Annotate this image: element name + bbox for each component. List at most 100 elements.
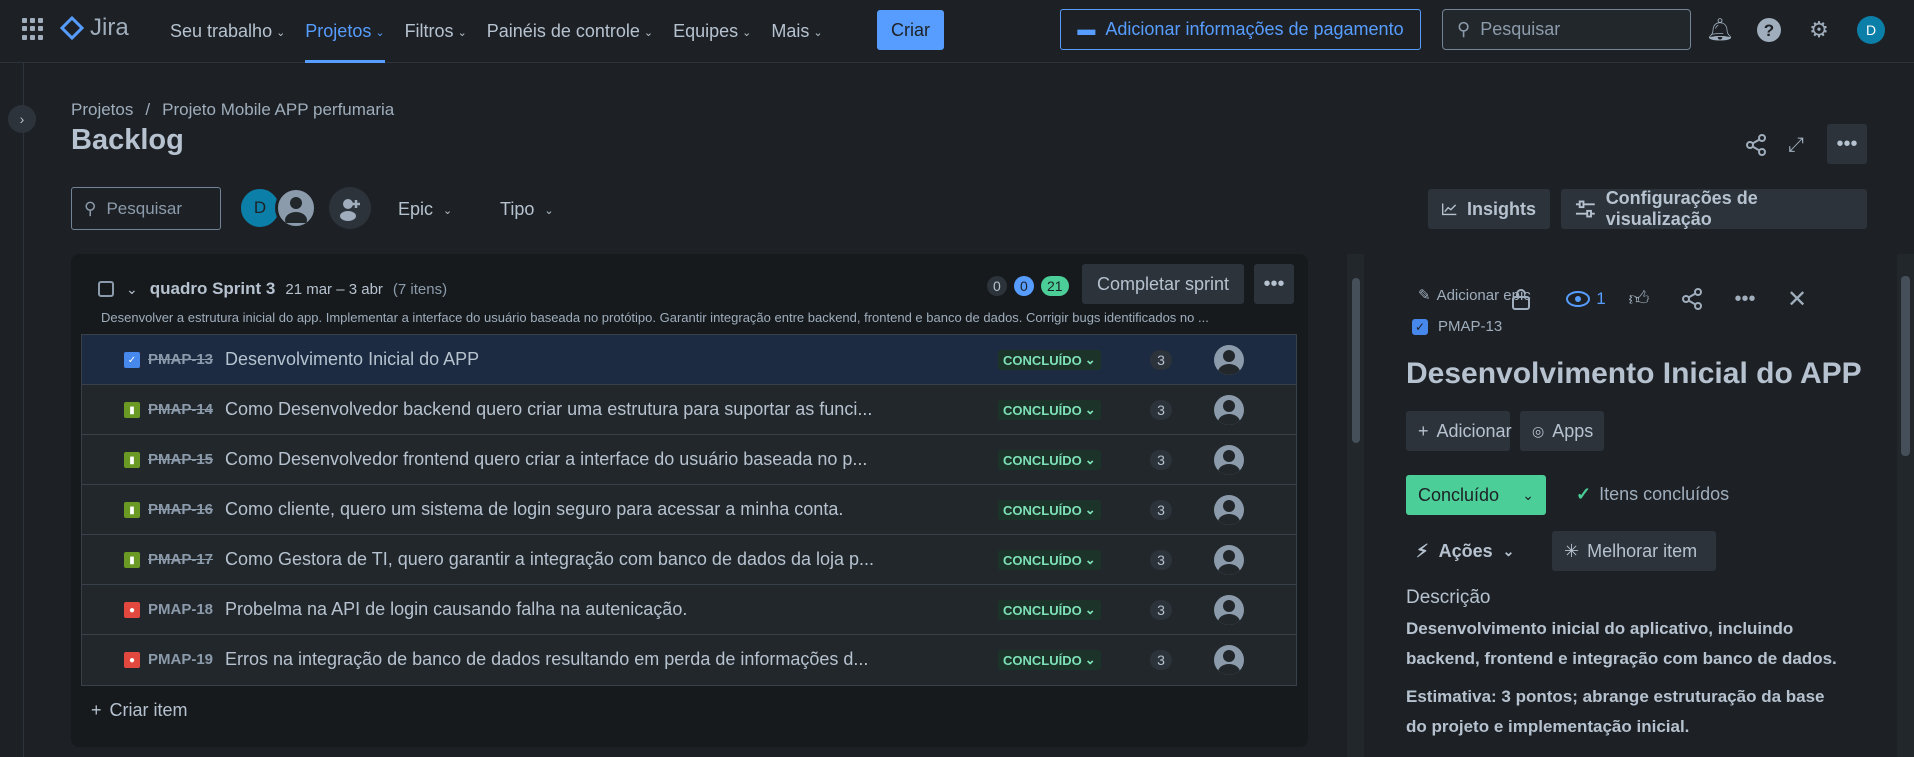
scrollbar-thumb[interactable]: [1352, 278, 1360, 443]
issue-summary: Erros na integração de banco de dados re…: [225, 649, 869, 669]
issue-key[interactable]: PMAP-17: [148, 551, 213, 568]
chart-line-icon: [1442, 203, 1457, 216]
inprogress-count-badge: 0: [1014, 276, 1034, 296]
add-people-icon[interactable]: [329, 187, 371, 229]
assignee-avatar[interactable]: [1214, 395, 1244, 425]
nav-more[interactable]: Mais ⌄: [761, 0, 832, 63]
create-item-button[interactable]: + Criar item: [91, 700, 188, 721]
story-points-badge[interactable]: 3: [1150, 500, 1172, 520]
apps-label: Apps: [1552, 420, 1594, 441]
done-items-label: Itens concluídos: [1599, 484, 1730, 504]
more-actions-button[interactable]: •••: [1827, 124, 1867, 164]
add-button[interactable]: + Adicionar: [1406, 411, 1512, 451]
status-dropdown[interactable]: CONCLUÍDO ⌄: [998, 400, 1101, 420]
sprint-more-button[interactable]: •••: [1254, 264, 1294, 304]
fullscreen-icon[interactable]: ⤢: [1776, 125, 1816, 165]
issue-row[interactable]: ▮ PMAP-15 Como Desenvolvedor frontend qu…: [82, 435, 1296, 485]
sprint-select-checkbox[interactable]: [98, 281, 114, 297]
expand-sidebar-chevron-icon[interactable]: ›: [8, 105, 36, 133]
settings-gear-icon[interactable]: ⚙: [1805, 16, 1833, 44]
chevron-down-icon: ⌄: [1084, 652, 1096, 667]
story-points-badge[interactable]: 3: [1150, 350, 1172, 370]
unassigned-avatar-filter[interactable]: [275, 187, 317, 229]
nav-projects[interactable]: Projetos ⌄: [295, 0, 394, 63]
assignee-avatar[interactable]: [1214, 495, 1244, 525]
issue-row[interactable]: ● PMAP-18 Probelma na API de login causa…: [82, 585, 1296, 635]
issue-key[interactable]: PMAP-19: [148, 651, 213, 668]
issue-row[interactable]: ● PMAP-19 Erros na integração de banco d…: [82, 635, 1296, 685]
issue-key[interactable]: PMAP-15: [148, 451, 213, 468]
status-dropdown[interactable]: CONCLUÍDO ⌄: [998, 550, 1101, 570]
backlog-search-input[interactable]: ⚲ Pesquisar: [71, 187, 221, 230]
issue-summary: Desenvolvimento Inicial do APP: [225, 349, 480, 369]
status-dropdown[interactable]: CONCLUÍDO ⌄: [998, 450, 1101, 470]
create-button[interactable]: Criar: [877, 10, 944, 50]
nav-filters[interactable]: Filtros ⌄: [395, 0, 477, 63]
global-search-input[interactable]: ⚲ Pesquisar: [1442, 9, 1691, 50]
add-payment-button[interactable]: ▬ Adicionar informações de pagamento: [1060, 9, 1421, 50]
view-settings-button[interactable]: Configurações de visualização: [1561, 188, 1867, 229]
assignee-avatar[interactable]: [1214, 595, 1244, 625]
jira-logo-icon: [60, 16, 84, 40]
assignee-avatar[interactable]: [1214, 445, 1244, 475]
status-dropdown[interactable]: CONCLUÍDO ⌄: [998, 350, 1101, 370]
improve-item-button[interactable]: ✳ Melhorar item: [1552, 531, 1716, 571]
issue-row[interactable]: ▮ PMAP-16 Como cliente, quero um sistema…: [82, 485, 1296, 535]
breadcrumb-project[interactable]: Projeto Mobile APP perfumaria: [162, 100, 394, 120]
description-body[interactable]: Desenvolvimento inicial do aplicativo, i…: [1406, 614, 1846, 742]
thumbs-up-icon[interactable]: 👍︎: [1624, 284, 1654, 314]
notifications-icon[interactable]: 🔔︎: [1706, 16, 1734, 44]
assignee-avatar[interactable]: [1214, 645, 1244, 675]
assignee-avatar[interactable]: [1214, 545, 1244, 575]
backlog-scrollbar[interactable]: [1347, 254, 1364, 757]
issue-row[interactable]: ✓ PMAP-13 Desenvolvimento Inicial do APP…: [82, 335, 1296, 385]
share-icon[interactable]: [1736, 125, 1776, 165]
story-points-badge[interactable]: 3: [1150, 550, 1172, 570]
app-switcher-icon[interactable]: [22, 18, 44, 40]
issue-key[interactable]: PMAP-14: [148, 401, 213, 418]
story-points-badge[interactable]: 3: [1150, 400, 1172, 420]
scrollbar-thumb[interactable]: [1901, 276, 1910, 456]
type-filter-dropdown[interactable]: Tipo ⌄: [500, 190, 554, 228]
nav-your-work[interactable]: Seu trabalho ⌄: [160, 0, 295, 63]
nav-teams[interactable]: Equipes ⌄: [663, 0, 761, 63]
close-icon[interactable]: ✕: [1782, 284, 1812, 314]
issue-row[interactable]: ▮ PMAP-14 Como Desenvolvedor backend que…: [82, 385, 1296, 435]
watch-button[interactable]: 1: [1556, 284, 1616, 314]
status-dropdown[interactable]: CONCLUÍDO ⌄: [998, 600, 1101, 620]
user-avatar[interactable]: D: [1857, 16, 1885, 44]
actions-dropdown[interactable]: ⚡︎ Ações ⌄: [1416, 531, 1514, 571]
status-label: CONCLUÍDO: [1003, 552, 1082, 568]
jira-logo[interactable]: Jira: [60, 14, 129, 42]
issue-summary: Como Desenvolvedor frontend quero criar …: [225, 449, 868, 469]
issue-summary: Como Desenvolvedor backend quero criar u…: [225, 399, 873, 419]
story-points-badge[interactable]: 3: [1150, 650, 1172, 670]
issue-title[interactable]: Desenvolvimento Inicial do APP: [1406, 357, 1862, 391]
nav-dashboards[interactable]: Painéis de controle ⌄: [477, 0, 663, 63]
status-select[interactable]: Concluído ⌄: [1406, 475, 1546, 515]
breadcrumb-projects[interactable]: Projetos: [71, 100, 133, 120]
issue-row[interactable]: ▮ PMAP-17 Como Gestora de TI, quero gara…: [82, 535, 1296, 585]
sprint-goal: Desenvolver a estrutura inicial do app. …: [101, 310, 1209, 325]
status-dropdown[interactable]: CONCLUÍDO ⌄: [998, 500, 1101, 520]
complete-sprint-button[interactable]: Completar sprint: [1082, 264, 1244, 304]
issue-key-link[interactable]: ✓ PMAP-13: [1412, 318, 1502, 335]
share-icon[interactable]: [1677, 284, 1707, 314]
insights-button[interactable]: Insights: [1428, 189, 1550, 229]
status-dropdown[interactable]: CONCLUÍDO ⌄: [998, 650, 1101, 670]
issue-key[interactable]: PMAP-16: [148, 501, 213, 518]
issue-key[interactable]: PMAP-18: [148, 601, 213, 618]
assignee-avatar[interactable]: [1214, 345, 1244, 375]
more-icon[interactable]: •••: [1730, 284, 1760, 314]
help-icon[interactable]: ?: [1755, 16, 1783, 44]
story-points-badge[interactable]: 3: [1150, 600, 1172, 620]
nav-label: Mais: [771, 21, 810, 41]
story-points-badge[interactable]: 3: [1150, 450, 1172, 470]
issue-key[interactable]: PMAP-13: [148, 351, 213, 368]
collapse-chevron-icon[interactable]: ⌄: [126, 281, 138, 298]
epic-filter-dropdown[interactable]: Epic ⌄: [398, 190, 452, 228]
plus-icon: +: [91, 700, 102, 720]
apps-button[interactable]: ◎ Apps: [1520, 411, 1604, 451]
panel-scrollbar[interactable]: [1897, 254, 1914, 757]
lock-icon[interactable]: [1506, 284, 1536, 314]
